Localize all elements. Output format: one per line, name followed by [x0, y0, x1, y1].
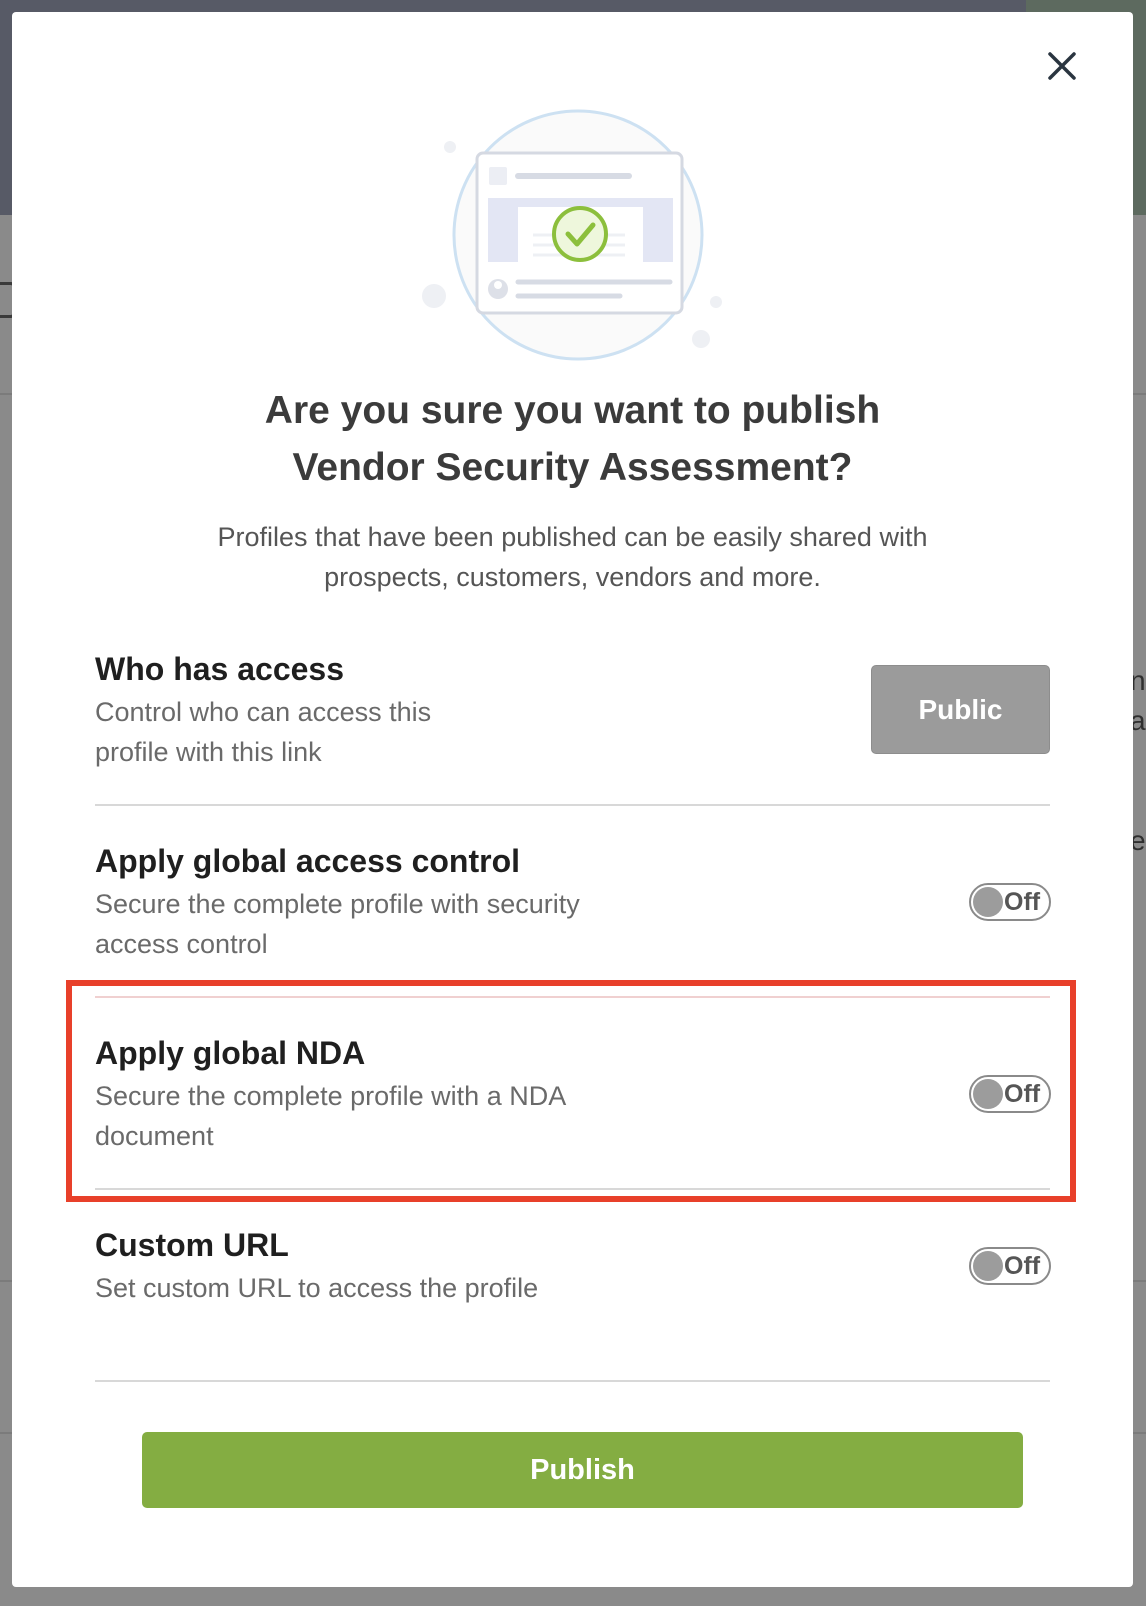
published-profile-illustration: [422, 109, 722, 361]
global-nda-toggle[interactable]: Off: [969, 1075, 1051, 1113]
toggle-state-label: Off: [1004, 1252, 1041, 1280]
global-access-control-description: Secure the complete profile with securit…: [95, 884, 1050, 964]
global-access-control-toggle[interactable]: Off: [969, 883, 1051, 921]
toggle-state-label: Off: [1004, 1080, 1041, 1108]
toggle-state-label: Off: [1004, 888, 1041, 916]
global-access-control-description-line: Secure the complete profile with securit…: [95, 889, 580, 919]
section-divider: [95, 1188, 1050, 1190]
section-divider: [95, 1380, 1050, 1382]
custom-url-description: Set custom URL to access the profile: [95, 1273, 539, 1303]
custom-url-title: Custom URL: [95, 1227, 289, 1263]
dialog-subtitle-line: prospects, customers, vendors and more.: [324, 562, 821, 592]
toggle-knob: [973, 887, 1003, 917]
global-nda-title: Apply global NDA: [95, 1035, 366, 1071]
close-icon: [1048, 52, 1076, 80]
toggle-knob: [973, 1251, 1003, 1281]
custom-url-toggle[interactable]: Off: [969, 1247, 1051, 1285]
dialog-subtitle: Profiles that have been published can be…: [12, 517, 1133, 597]
global-access-control-title: Apply global access control: [95, 843, 520, 879]
section-divider: [95, 804, 1050, 806]
global-nda-description-line: document: [95, 1121, 214, 1151]
dialog-title: Are you sure you want to publish Vendor …: [12, 382, 1133, 496]
dialog-subtitle-line: Profiles that have been published can be…: [217, 522, 928, 552]
global-nda-section: Apply global NDA Secure the complete pro…: [95, 1032, 1050, 1156]
global-access-control-section: Apply global access control Secure the c…: [95, 840, 1050, 964]
global-nda-description-line: Secure the complete profile with a NDA: [95, 1081, 567, 1111]
dialog-title-line: Are you sure you want to publish: [264, 389, 881, 432]
access-level-button[interactable]: Public: [871, 665, 1050, 754]
custom-url-section: Custom URL Set custom URL to access the …: [95, 1224, 1050, 1308]
close-button[interactable]: [1040, 44, 1084, 88]
global-nda-description: Secure the complete profile with a NDA d…: [95, 1076, 1050, 1156]
dialog-title-line: Vendor Security Assessment?: [292, 446, 853, 489]
global-access-control-description-line: access control: [95, 929, 268, 959]
section-divider: [95, 996, 1050, 998]
publish-button[interactable]: Publish: [142, 1432, 1023, 1508]
toggle-knob: [973, 1079, 1003, 1109]
